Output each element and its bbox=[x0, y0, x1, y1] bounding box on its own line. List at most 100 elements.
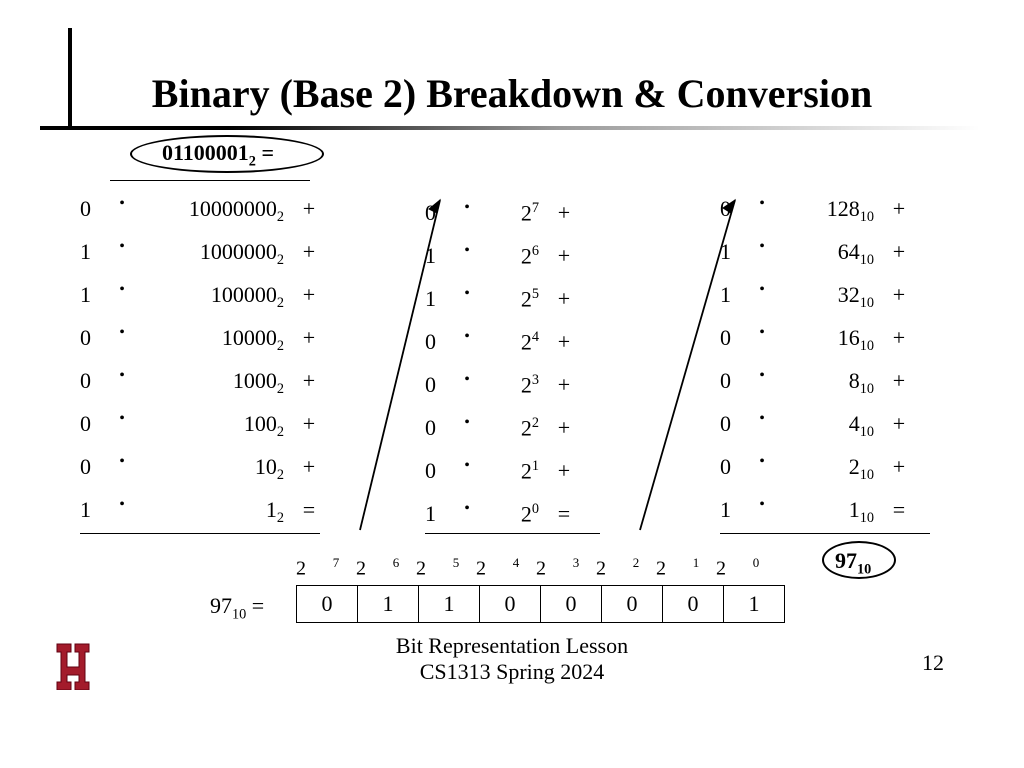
coef: 0 bbox=[80, 445, 110, 488]
footer-line1: Bit Representation Lesson bbox=[0, 633, 1024, 659]
decimal-value: 110 bbox=[774, 488, 874, 540]
bit-cell: 0 bbox=[297, 586, 358, 623]
operator: + bbox=[539, 406, 579, 449]
rows: 0•100000002+1•10000002+1•1000002+0•10000… bbox=[80, 187, 338, 531]
bit-table-row: 01100001 bbox=[297, 586, 785, 623]
bit-cell: 0 bbox=[602, 586, 663, 623]
bit-cell: 1 bbox=[419, 586, 480, 623]
bit-power-label: 20 bbox=[716, 555, 776, 581]
power: 24 bbox=[479, 316, 539, 363]
operator: + bbox=[874, 230, 914, 273]
result-value: 9710 bbox=[835, 548, 871, 578]
operator: = bbox=[874, 488, 914, 531]
arrow-icon bbox=[340, 180, 460, 540]
bit-table: 01100001 bbox=[296, 585, 785, 623]
bit-power-label: 25 bbox=[416, 555, 476, 581]
power: 21 bbox=[479, 445, 539, 492]
dot-icon: • bbox=[110, 311, 134, 354]
expansion-row: 1•12= bbox=[80, 488, 338, 531]
operator: + bbox=[284, 359, 324, 402]
bit-cell: 0 bbox=[480, 586, 541, 623]
dot-icon: • bbox=[110, 225, 134, 268]
operator: + bbox=[874, 359, 914, 402]
column-binary-place-values: 0•100000002+1•10000002+1•1000002+0•10000… bbox=[80, 180, 338, 534]
operator: + bbox=[284, 402, 324, 445]
expansion-row: 1•1000002+ bbox=[80, 273, 338, 316]
coef: 1 bbox=[80, 230, 110, 273]
place-value: 12 bbox=[134, 488, 284, 540]
expansion-row: 0•10002+ bbox=[80, 359, 338, 402]
operator: + bbox=[284, 187, 324, 230]
bit-cell: 0 bbox=[663, 586, 724, 623]
power: 23 bbox=[479, 359, 539, 406]
footer: Bit Representation Lesson CS1313 Spring … bbox=[0, 633, 1024, 686]
bit-power-label: 27 bbox=[296, 555, 356, 581]
operator: + bbox=[539, 191, 579, 234]
dot-icon: • bbox=[110, 440, 134, 483]
bit-cell: 1 bbox=[358, 586, 419, 623]
bit-cell: 1 bbox=[724, 586, 785, 623]
result-num: 97 bbox=[835, 548, 857, 573]
bit-power-label: 21 bbox=[656, 555, 716, 581]
binary-base: 2 bbox=[249, 153, 256, 169]
result-base: 10 bbox=[857, 561, 871, 577]
dot-icon: • bbox=[110, 354, 134, 397]
operator: + bbox=[539, 320, 579, 363]
bit-cell: 0 bbox=[541, 586, 602, 623]
expansion-row: 0•100002+ bbox=[80, 316, 338, 359]
binary-header: 011000012 = bbox=[162, 140, 274, 170]
bit-power-label: 24 bbox=[476, 555, 536, 581]
expansion-row: 0•100000002+ bbox=[80, 187, 338, 230]
dot-icon: • bbox=[110, 397, 134, 440]
operator: + bbox=[539, 277, 579, 320]
slide-title: Binary (Base 2) Breakdown & Conversion bbox=[0, 70, 1024, 117]
operator: + bbox=[539, 449, 579, 492]
power: 25 bbox=[479, 273, 539, 320]
operator: = bbox=[284, 488, 324, 531]
operator: = bbox=[539, 492, 579, 535]
coef: 1 bbox=[80, 273, 110, 316]
coef: 1 bbox=[80, 488, 110, 531]
coef: 0 bbox=[80, 316, 110, 359]
expansion-row: 0•1002+ bbox=[80, 402, 338, 445]
page-number: 12 bbox=[922, 650, 944, 676]
binary-value: 01100001 bbox=[162, 140, 249, 165]
operator: + bbox=[284, 316, 324, 359]
power: 22 bbox=[479, 402, 539, 449]
bit-power-label: 23 bbox=[536, 555, 596, 581]
operator: + bbox=[874, 273, 914, 316]
decor-hline bbox=[40, 126, 980, 130]
power: 26 bbox=[479, 230, 539, 277]
coef: 0 bbox=[80, 402, 110, 445]
operator: + bbox=[874, 402, 914, 445]
power: 27 bbox=[479, 187, 539, 234]
bit-eq-sign: = bbox=[246, 593, 264, 618]
dot-icon: • bbox=[110, 483, 134, 526]
operator: + bbox=[284, 273, 324, 316]
expansion-row: 0•102+ bbox=[80, 445, 338, 488]
operator: + bbox=[539, 363, 579, 406]
bit-equation-label: 9710 = bbox=[210, 593, 264, 623]
bit-power-label: 22 bbox=[596, 555, 656, 581]
operator: + bbox=[284, 445, 324, 488]
bit-power-labels: 2726252423222120 bbox=[296, 555, 776, 581]
operator: + bbox=[874, 316, 914, 359]
arrow-icon bbox=[620, 180, 760, 540]
expansion-row: 1•10000002+ bbox=[80, 230, 338, 273]
bit-eq-val: 97 bbox=[210, 593, 232, 618]
dot-icon: • bbox=[110, 268, 134, 311]
footer-line2: CS1313 Spring 2024 bbox=[0, 659, 1024, 685]
operator: + bbox=[874, 445, 914, 488]
operator: + bbox=[284, 230, 324, 273]
coef: 0 bbox=[80, 359, 110, 402]
bit-power-label: 26 bbox=[356, 555, 416, 581]
university-logo-icon bbox=[52, 640, 94, 690]
slide: Binary (Base 2) Breakdown & Conversion 0… bbox=[0, 0, 1024, 768]
dot-icon: • bbox=[110, 182, 134, 225]
power: 20 bbox=[479, 488, 539, 535]
bit-eq-base: 10 bbox=[232, 606, 246, 622]
operator: + bbox=[874, 187, 914, 230]
binary-eq: = bbox=[256, 140, 274, 165]
coef: 0 bbox=[80, 187, 110, 230]
rule bbox=[110, 180, 310, 181]
